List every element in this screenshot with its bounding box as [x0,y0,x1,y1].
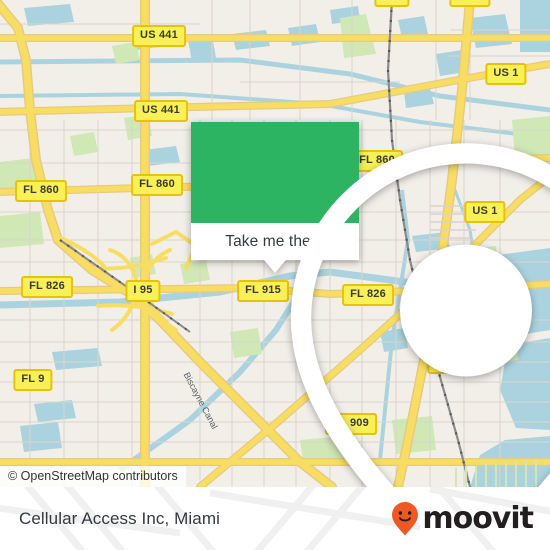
popup-tail [264,260,286,273]
road-shield: FL 9 [13,369,53,391]
road-shield-clipped-right: US 1 [449,0,491,7]
map-canvas[interactable]: US 441 US 441 FL 860 FL 860 FL 860 US 1 … [0,0,550,487]
road-shield: US 441 [134,100,188,122]
place-name: Cellular Access Inc, Miami [19,508,220,528]
location-popup-card[interactable]: Take me there [191,122,550,487]
moovit-pin-icon [392,501,419,535]
road-shield: US 1 [485,63,527,85]
road-shield: FL 860 [15,180,67,202]
popup-header [191,122,550,487]
footer-bar: Cellular Access Inc, Miami moovit [0,487,550,550]
moovit-wordmark: moovit [422,500,534,536]
map-screenshot: US 441 US 441 FL 860 FL 860 FL 860 US 1 … [0,0,550,550]
map-pin-icon [290,143,550,487]
road-shield: FL 860 [131,174,183,196]
road-shield: US 441 [132,25,186,47]
road-shield: FL 826 [21,276,73,298]
moovit-logo[interactable]: moovit [390,500,534,537]
osm-attribution[interactable]: © OpenStreetMap contributors [0,466,186,487]
road-shield: I 95 [125,280,161,302]
road-shield-clipped-left: I 95 [374,0,410,7]
